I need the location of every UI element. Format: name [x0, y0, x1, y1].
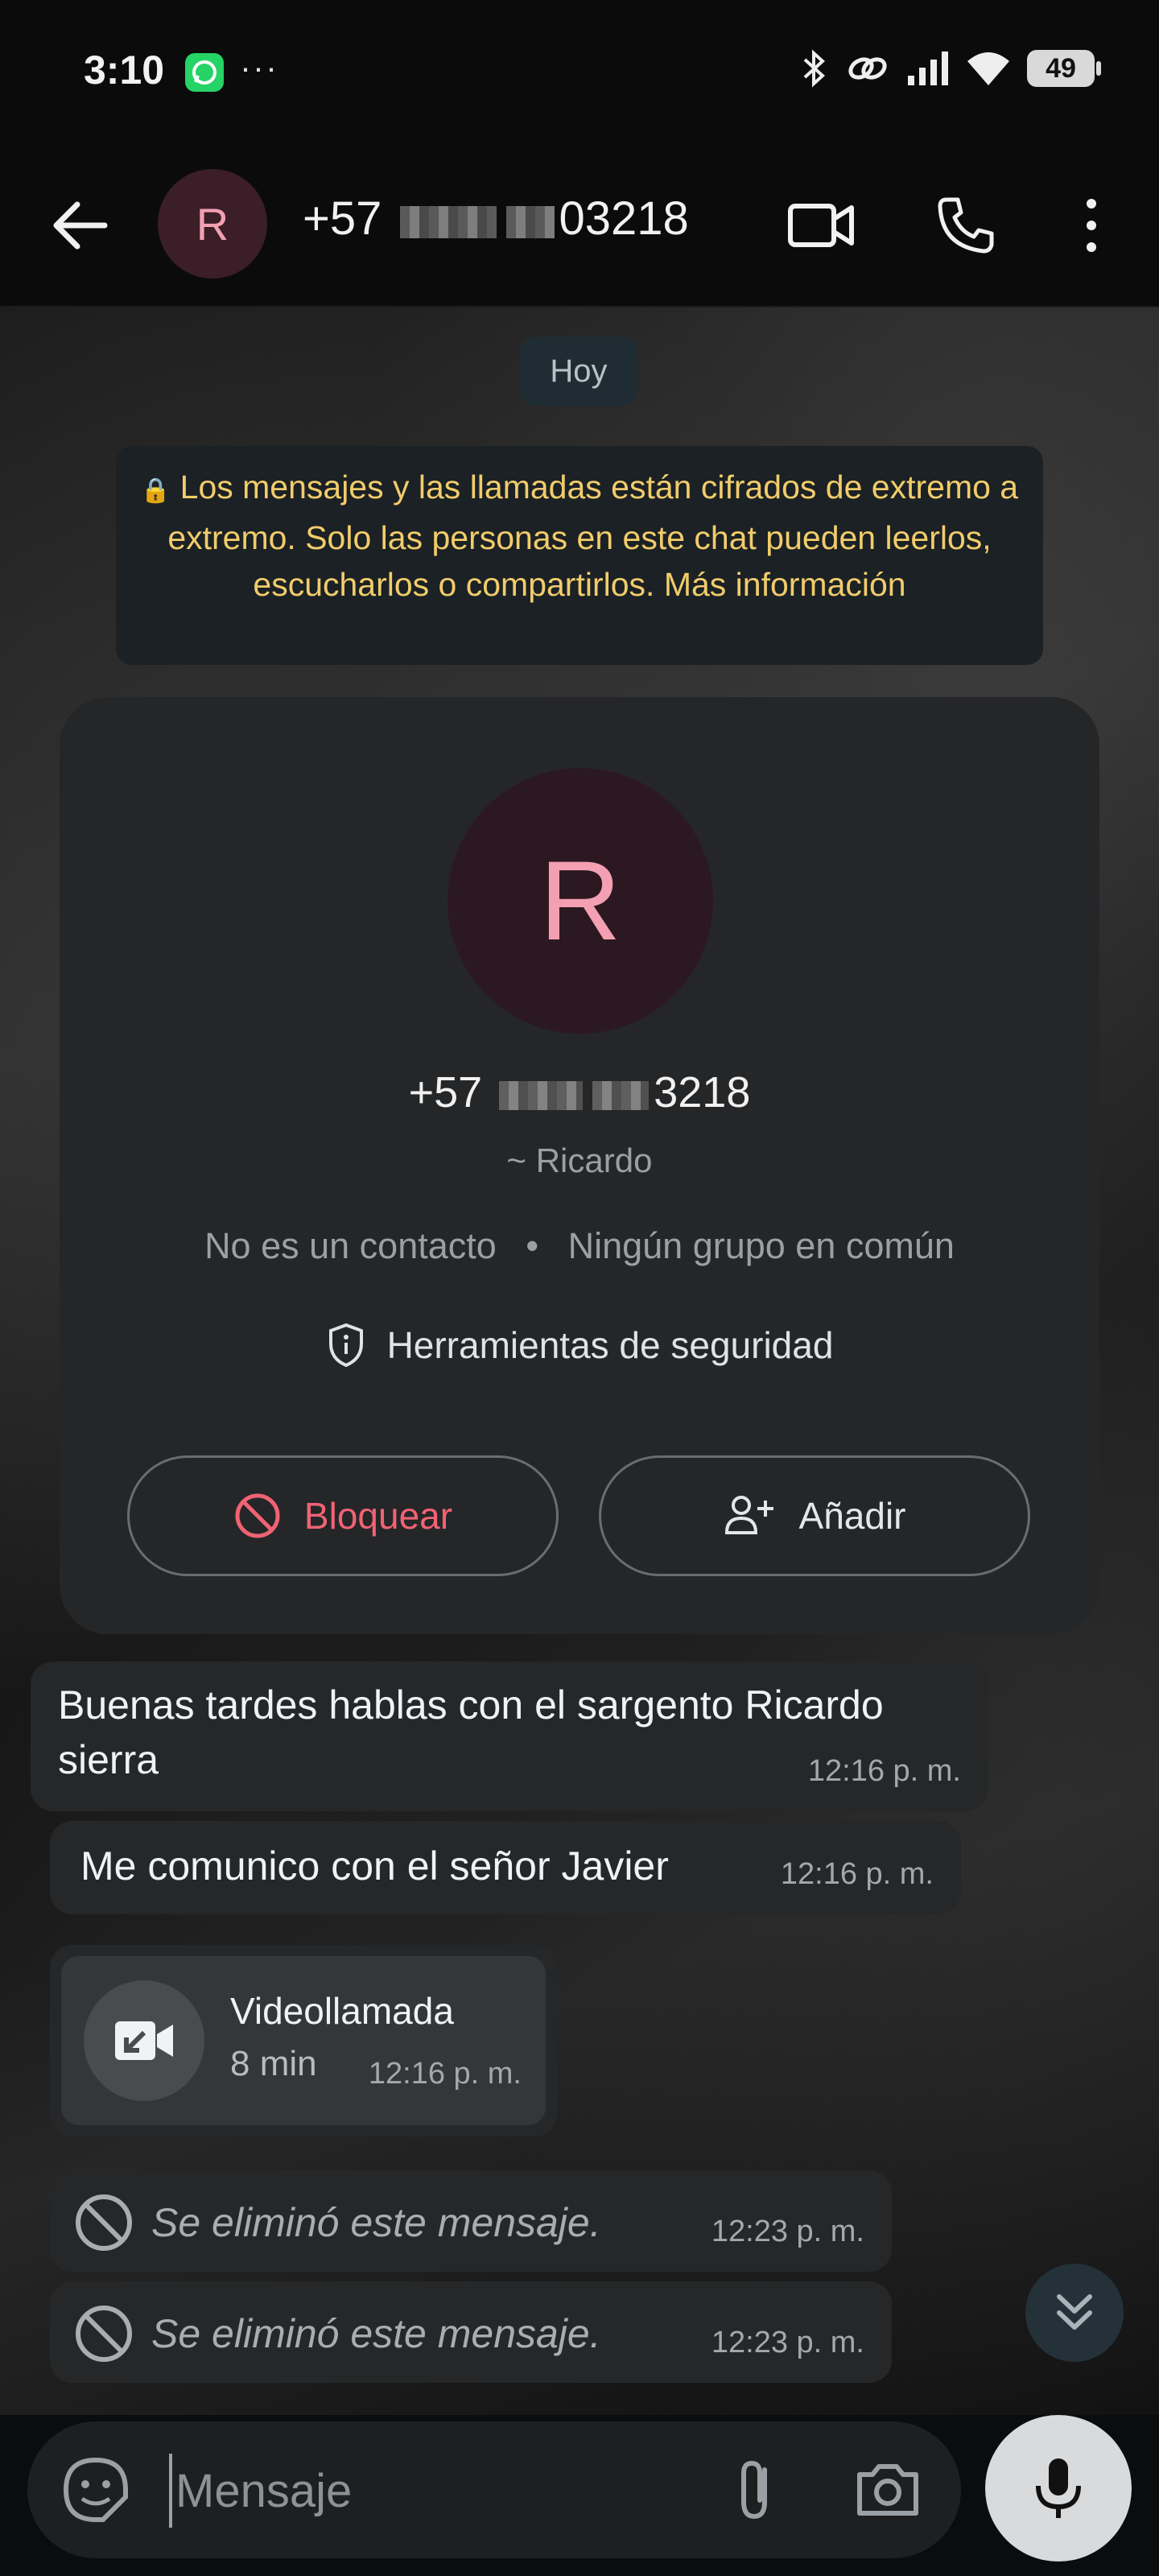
- redacted-block: [592, 1080, 650, 1110]
- block-label: Bloquear: [303, 1495, 453, 1537]
- deleted-message-bubble[interactable]: Se eliminó este mensaje. 12:23 p. m.: [50, 2281, 892, 2383]
- signal-icon: [908, 52, 948, 85]
- link-icon: [848, 57, 887, 80]
- block-icon: [76, 2194, 132, 2251]
- block-icon: [235, 1493, 280, 1538]
- message-time: 12:16 p. m.: [807, 1754, 961, 1788]
- arrow-left-icon: [53, 201, 108, 250]
- deleted-text: Se eliminó este mensaje.: [151, 2200, 601, 2245]
- scroll-to-bottom-button[interactable]: [1025, 2264, 1124, 2362]
- paperclip-icon: [741, 2460, 767, 2520]
- encryption-notice[interactable]: 🔒 Los mensajes y las llamadas están cifr…: [116, 446, 1043, 665]
- call-log-bubble[interactable]: Videollamada 8 min 12:16 p. m.: [50, 1945, 557, 2136]
- contact-status: No es un contacto • Ningún grupo en comú…: [60, 1225, 1099, 1267]
- not-contact-label: No es un contacto: [204, 1225, 497, 1266]
- message-text: Buenas tardes hablas con el sargento Ric…: [58, 1682, 884, 1782]
- date-chip: Hoy: [520, 336, 637, 406]
- block-icon: [76, 2306, 132, 2362]
- add-person-icon: [724, 1496, 773, 1534]
- separator: •: [526, 1225, 539, 1266]
- message-text: Me comunico con el señor Javier: [80, 1843, 669, 1889]
- more-info-link[interactable]: Más información: [664, 566, 906, 603]
- call-duration: 8 min: [230, 2044, 317, 2083]
- wifi-icon: [967, 52, 1009, 85]
- attach-button[interactable]: [720, 2455, 789, 2524]
- status-time: 3:10: [84, 47, 165, 93]
- chat-header: R +57 03218: [0, 145, 1159, 308]
- voice-call-button[interactable]: [926, 185, 1006, 266]
- phone-icon: [938, 197, 994, 254]
- call-title: Videollamada: [230, 1990, 454, 2032]
- back-button[interactable]: [40, 185, 121, 266]
- phone-prefix: +57: [303, 192, 382, 245]
- push-name: ~ Ricardo: [506, 1141, 653, 1179]
- shield-icon: [328, 1323, 363, 1368]
- redacted-block: [499, 1080, 584, 1110]
- missed-video-call-icon: [84, 1980, 204, 2101]
- message-time: 12:23 p. m.: [711, 2326, 864, 2359]
- avatar-initial: R: [539, 837, 621, 964]
- double-chevron-down-icon: [1057, 2294, 1092, 2330]
- more-vert-icon: [1087, 199, 1096, 252]
- call-card[interactable]: Videollamada 8 min 12:16 p. m.: [61, 1956, 546, 2125]
- message-time: 12:16 p. m.: [368, 2057, 522, 2091]
- phone-suffix: 3218: [654, 1068, 751, 1117]
- message-time: 12:16 p. m.: [780, 1857, 934, 1891]
- message-time: 12:23 p. m.: [711, 2215, 864, 2248]
- video-call-button[interactable]: [781, 185, 861, 266]
- message-input[interactable]: [169, 2454, 724, 2528]
- message-composer: [27, 2421, 961, 2558]
- groups-label: Ningún grupo en común: [567, 1225, 955, 1266]
- deleted-text: Se eliminó este mensaje.: [151, 2311, 601, 2356]
- contact-title[interactable]: +57 03218: [303, 192, 689, 246]
- microphone-icon: [1036, 2458, 1081, 2518]
- phone-suffix: 03218: [559, 192, 689, 245]
- camera-icon: [857, 2464, 918, 2516]
- status-bar: 3:10 ··· 49: [0, 0, 1159, 145]
- safety-tools-label: Herramientas de seguridad: [386, 1324, 834, 1366]
- avatar[interactable]: R: [158, 169, 267, 279]
- deleted-message-bubble[interactable]: Se eliminó este mensaje. 12:23 p. m.: [50, 2170, 892, 2272]
- camera-button[interactable]: [853, 2455, 922, 2524]
- battery-icon: 49: [1027, 50, 1101, 87]
- avatar-large: R: [448, 768, 713, 1034]
- add-label: Añadir: [798, 1495, 906, 1537]
- avatar-initial: R: [196, 198, 229, 250]
- contact-info-card: R +57 3218 ~ Ricardo No es un contacto •…: [60, 697, 1099, 1634]
- phone-prefix: +57: [408, 1068, 483, 1117]
- redacted-block: [505, 205, 555, 238]
- sticker-icon: [63, 2457, 128, 2522]
- sticker-button[interactable]: [61, 2455, 130, 2524]
- card-phone-number: +57 3218: [60, 1067, 1099, 1117]
- bluetooth-icon: [803, 49, 825, 88]
- add-contact-button[interactable]: Añadir: [599, 1455, 1030, 1576]
- whatsapp-icon: [185, 53, 224, 92]
- menu-button[interactable]: [1053, 185, 1130, 266]
- message-bubble[interactable]: Buenas tardes hablas con el sargento Ric…: [31, 1662, 988, 1811]
- redacted-block: [399, 205, 497, 238]
- block-button[interactable]: Bloquear: [127, 1455, 559, 1576]
- lock-icon: 🔒: [140, 477, 171, 504]
- safety-tools-link[interactable]: Herramientas de seguridad: [60, 1322, 1099, 1368]
- more-dots-icon: ···: [240, 48, 278, 86]
- video-camera-icon: [788, 204, 854, 247]
- battery-level: 49: [1046, 53, 1076, 84]
- voice-message-button[interactable]: [985, 2415, 1132, 2562]
- message-bubble[interactable]: Me comunico con el señor Javier 12:16 p.…: [50, 1821, 961, 1914]
